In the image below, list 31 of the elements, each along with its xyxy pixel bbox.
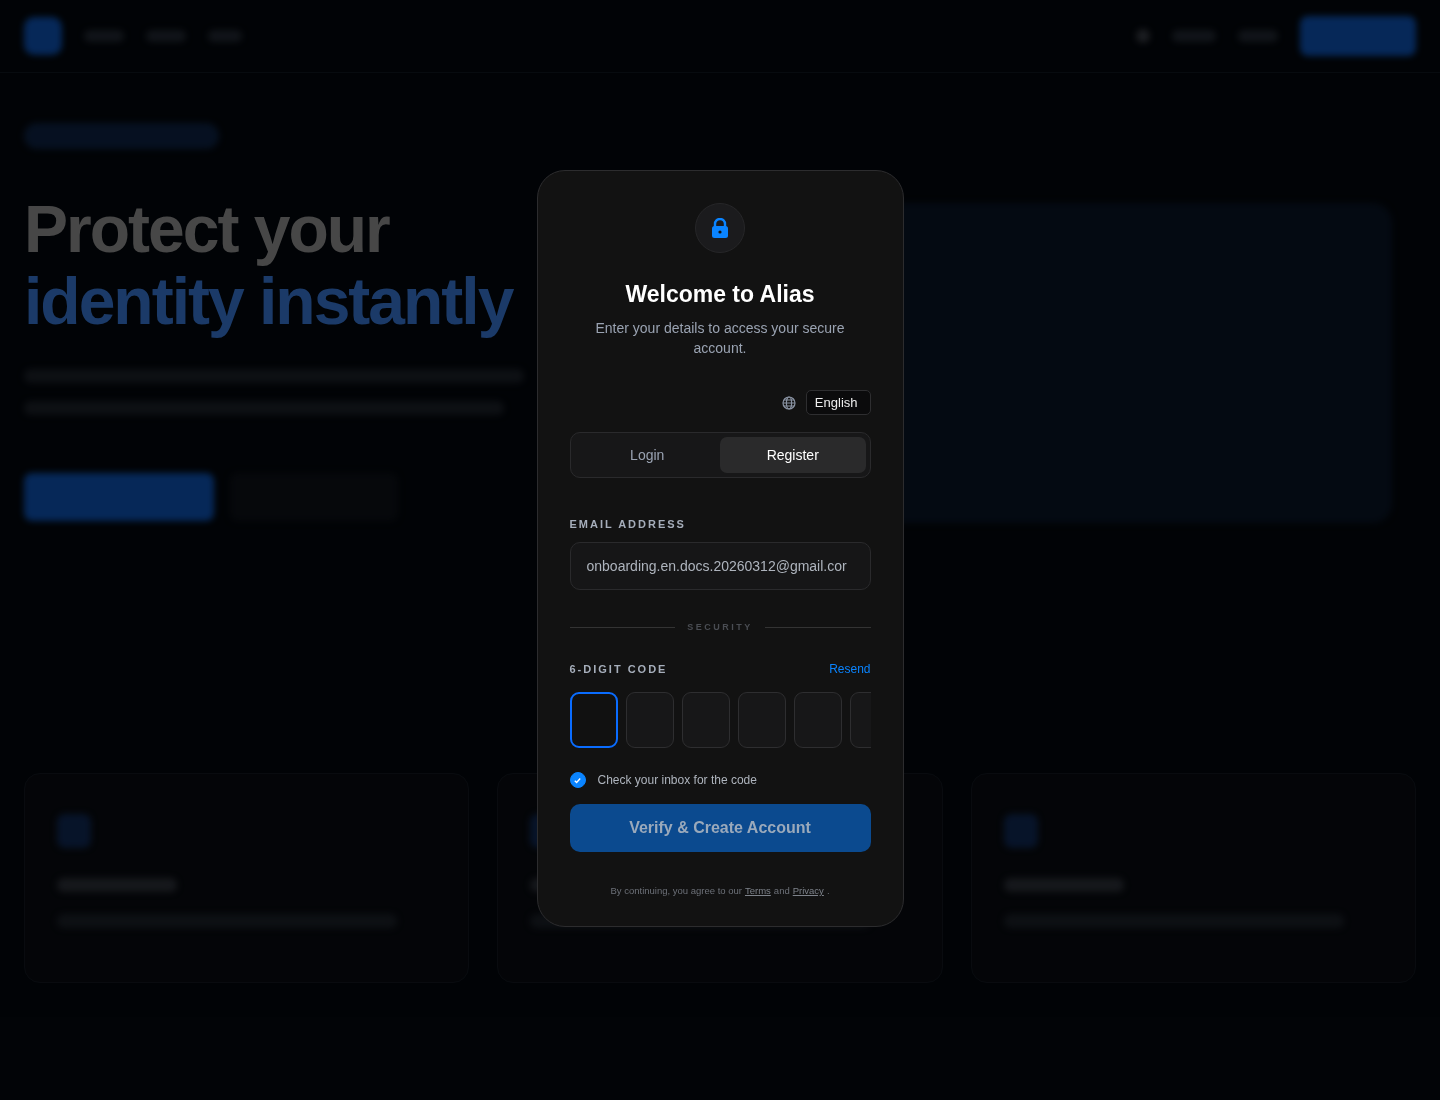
- globe-icon: [781, 395, 796, 410]
- hero-title-highlight: identity instantly: [24, 265, 515, 337]
- blurred-icon: [57, 814, 91, 848]
- code-digit-field[interactable]: [569, 692, 618, 748]
- email-field[interactable]: onboarding.en.docs.20260312@gmail.cor: [569, 542, 871, 590]
- privacy-link[interactable]: Privacy: [792, 885, 824, 896]
- tab[interactable]: Register: [720, 437, 866, 473]
- resend-link[interactable]: Resend: [829, 662, 871, 676]
- code-digit-field[interactable]: [625, 692, 674, 748]
- field-label: EMAIL ADDRESS: [569, 518, 687, 530]
- tab[interactable]: Login: [574, 437, 720, 473]
- code-digit-field[interactable]: [681, 692, 730, 748]
- hero-title: Protect your: [24, 193, 391, 265]
- legal-text: and: [773, 885, 790, 896]
- lock-icon: [711, 218, 729, 238]
- checkbox-label: Check your inbox for the code: [597, 773, 757, 787]
- terms-link[interactable]: Terms: [745, 885, 771, 896]
- verify-create-account-button[interactable]: Verify & Create Account: [569, 804, 871, 852]
- logo-icon: [24, 17, 62, 55]
- check-icon: [573, 775, 582, 785]
- field-label: 6-DIGIT CODE: [569, 663, 668, 675]
- code-digit-field[interactable]: [737, 692, 786, 748]
- section-divider-label: SECURITY: [687, 622, 753, 632]
- blurred-icon: [1003, 814, 1038, 848]
- legal-text: By continuing, you agree to our: [610, 885, 742, 896]
- code-digit-field[interactable]: [793, 692, 842, 748]
- legal-text: .: [826, 885, 830, 896]
- dialog-title: Welcome to Alias: [624, 281, 816, 308]
- dialog-subtitle: Enter your details to access your secure account.: [594, 319, 846, 358]
- checkbox[interactable]: [569, 772, 586, 788]
- language-select[interactable]: English: [805, 390, 871, 415]
